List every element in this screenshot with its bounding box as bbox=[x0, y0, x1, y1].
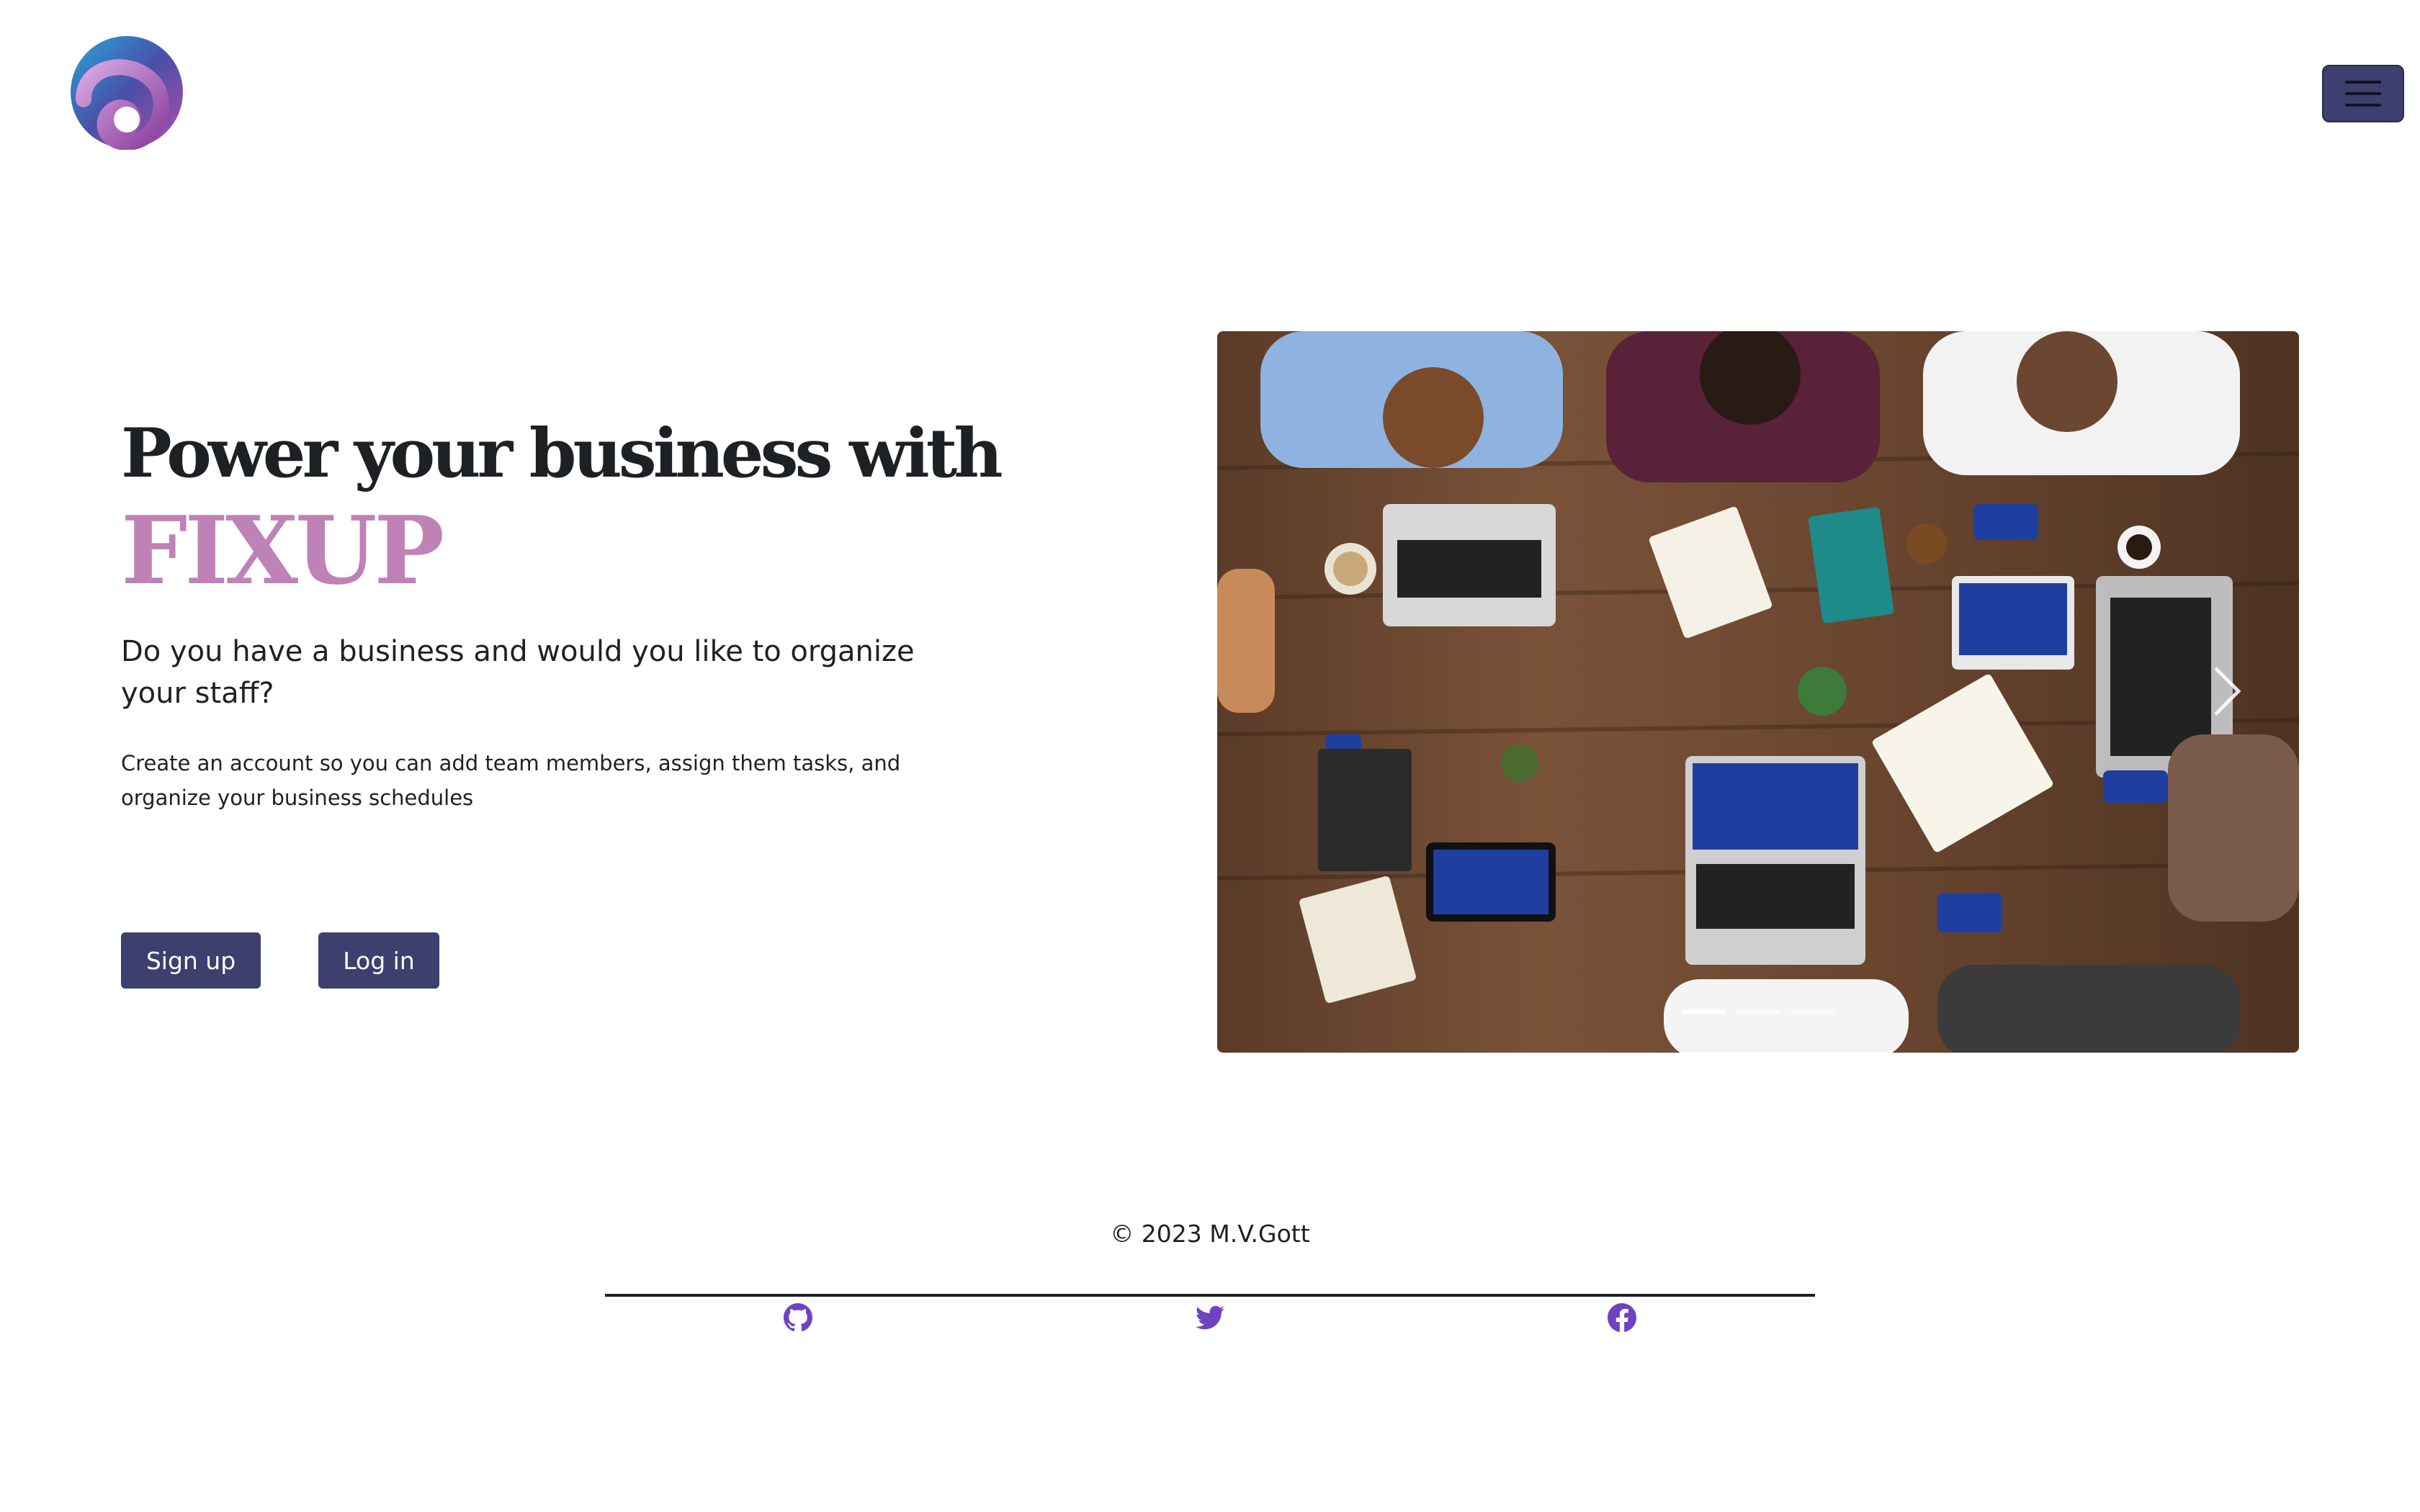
facebook-icon bbox=[1608, 1303, 1636, 1332]
hero-brand: FIXUP bbox=[121, 495, 444, 606]
github-icon bbox=[784, 1303, 812, 1332]
carousel-indicator-2[interactable] bbox=[1736, 1009, 1780, 1014]
hero-subtitle: Do you have a business and would you lik… bbox=[121, 635, 915, 710]
log-in-button[interactable]: Log in bbox=[318, 932, 439, 989]
footer-divider bbox=[605, 1294, 1815, 1297]
chevron-right-icon bbox=[2214, 667, 2241, 716]
hero-carousel bbox=[1217, 331, 2299, 1053]
carousel-next-button[interactable] bbox=[2205, 662, 2249, 720]
sign-up-button[interactable]: Sign up bbox=[121, 932, 261, 989]
twitter-link[interactable] bbox=[1196, 1303, 1224, 1332]
hero-description: Create an account so you can add team me… bbox=[121, 751, 901, 810]
facebook-link[interactable] bbox=[1608, 1303, 1636, 1332]
hamburger-menu-icon-bar bbox=[2345, 92, 2381, 95]
fixup-logo-icon[interactable] bbox=[69, 35, 184, 151]
hero-title: Power your business with bbox=[121, 414, 1003, 493]
copyright-text: © 2023 M.V.Gott bbox=[1110, 1220, 1310, 1248]
meeting-photo bbox=[1217, 331, 2299, 1053]
twitter-icon bbox=[1196, 1305, 1224, 1330]
hamburger-menu-icon bbox=[2345, 81, 2381, 84]
carousel-indicator-1[interactable] bbox=[1682, 1009, 1725, 1014]
carousel-indicators bbox=[1217, 1009, 2299, 1014]
github-link[interactable] bbox=[784, 1303, 812, 1332]
menu-toggle-button[interactable] bbox=[2322, 65, 2404, 122]
hamburger-menu-icon-bar bbox=[2345, 104, 2381, 107]
carousel-indicator-3[interactable] bbox=[1791, 1009, 1834, 1014]
